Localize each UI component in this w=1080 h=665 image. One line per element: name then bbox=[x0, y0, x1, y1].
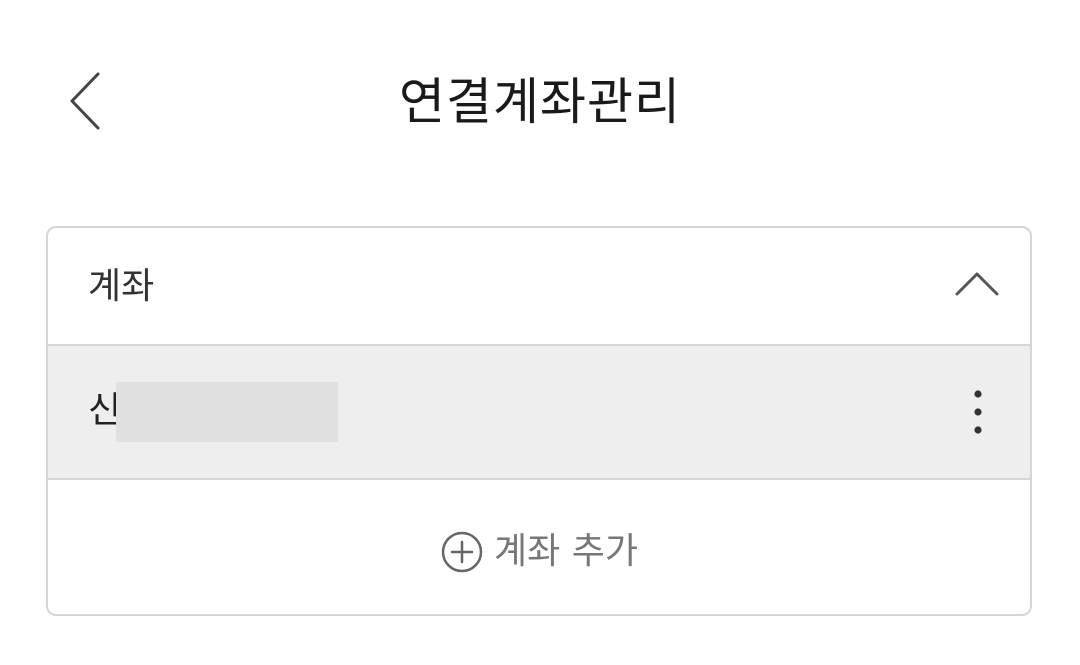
redacted-account-number bbox=[116, 382, 338, 442]
page-title: 연결계좌관리 bbox=[399, 73, 681, 131]
accounts-card-header[interactable]: 계좌 bbox=[48, 228, 1030, 346]
add-account-button[interactable]: 계좌 추가 bbox=[48, 480, 1030, 614]
accounts-section-title: 계좌 bbox=[88, 266, 155, 307]
accounts-card: 계좌 신 계좌 추가 bbox=[46, 226, 1032, 616]
account-more-button[interactable] bbox=[966, 382, 990, 442]
add-account-label: 계좌 추가 bbox=[494, 530, 638, 572]
account-list-item[interactable]: 신 bbox=[48, 346, 1030, 480]
chevron-up-icon bbox=[955, 272, 999, 296]
plus-circle-icon bbox=[441, 531, 483, 572]
more-vertical-icon bbox=[974, 390, 982, 434]
add-account-content: 계좌 추가 bbox=[48, 526, 1030, 576]
app-header: 연결계좌관리 bbox=[0, 0, 1080, 200]
collapse-button[interactable] bbox=[952, 264, 1002, 304]
